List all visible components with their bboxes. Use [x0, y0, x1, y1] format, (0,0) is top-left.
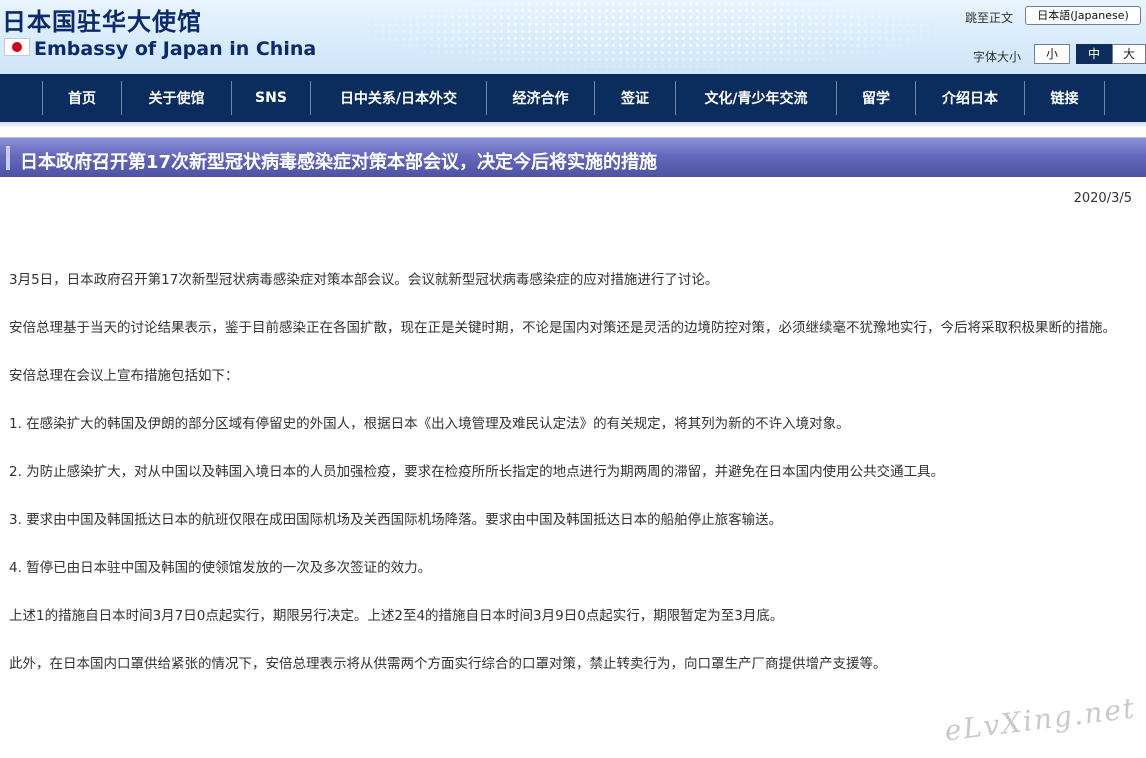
- article-paragraph: 4. 暂停已由日本驻中国及韩国的使领馆发放的一次及多次签证的效力。: [9, 560, 432, 576]
- article-paragraph: 安倍总理基于当天的讨论结果表示，鉴于目前感染正在各国扩散，现在正是关键时期，不论…: [9, 320, 1116, 336]
- nav-divider: [1104, 81, 1105, 115]
- article-title: 日本政府召开第17次新型冠状病毒感染症对策本部会议，决定今后将实施的措施: [20, 152, 658, 173]
- article-date: 2020/3/5: [1073, 191, 1132, 206]
- japan-flag-icon: [4, 38, 30, 56]
- header-dot-pattern: [330, 0, 970, 74]
- flag-sun: [12, 42, 22, 52]
- nav-item-japan[interactable]: 介绍日本: [915, 81, 1024, 115]
- article-paragraph: 上述1的措施自日本时间3月7日0点起实行，期限另行决定。上述2至4的措施自日本时…: [9, 608, 784, 624]
- main-nav: 首页 关于使馆 SNS 日中关系/日本外交 经济合作 签证 文化/青少年交流 留…: [0, 74, 1146, 122]
- language-japanese-button[interactable]: 日本語(Japanese): [1025, 6, 1141, 25]
- nav-item-home[interactable]: 首页: [42, 81, 121, 115]
- nav-shadow: [0, 122, 1146, 128]
- article-title-bar: 日本政府召开第17次新型冠状病毒感染症对策本部会议，决定今后将实施的措施: [0, 137, 1146, 177]
- article-paragraph: 3月5日，日本政府召开第17次新型冠状病毒感染症对策本部会议。会议就新型冠状病毒…: [9, 272, 719, 288]
- site-title-cn[interactable]: 日本国驻华大使馆: [2, 2, 202, 37]
- site-title-en[interactable]: Embassy of Japan in China: [34, 38, 316, 60]
- font-size-large-button[interactable]: 大: [1112, 44, 1146, 64]
- nav-item-culture[interactable]: 文化/青少年交流: [675, 81, 836, 115]
- article-paragraph: 此外，在日本国内口罩供给紧张的情况下，安倍总理表示将从供需两个方面实行综合的口罩…: [9, 656, 887, 672]
- font-size-medium-button[interactable]: 中: [1076, 44, 1112, 64]
- font-size-small-button[interactable]: 小: [1034, 44, 1070, 64]
- title-accent-bar: [6, 146, 10, 170]
- article-paragraph: 3. 要求由中国及韩国抵达日本的航班仅限在成田国际机场及关西国际机场降落。要求由…: [9, 512, 783, 528]
- font-size-label: 字体大小: [973, 50, 1022, 64]
- nav-item-relations[interactable]: 日中关系/日本外交: [310, 81, 486, 115]
- nav-item-links[interactable]: 链接: [1024, 81, 1104, 115]
- article-paragraph: 2. 为防止感染扩大，对从中国以及韩国入境日本的人员加强检疫，要求在检疫所所长指…: [9, 464, 945, 480]
- site-header: 日本国驻华大使馆 Embassy of Japan in China 跳至正文 …: [0, 0, 1146, 74]
- article-paragraph: 安倍总理在会议上宣布措施包括如下：: [9, 368, 239, 384]
- nav-item-about[interactable]: 关于使馆: [121, 81, 231, 115]
- article-paragraph: 1. 在感染扩大的韩国及伊朗的部分区域有停留史的外国人，根据日本《出入境管理及难…: [9, 416, 850, 432]
- nav-item-sns[interactable]: SNS: [231, 81, 310, 115]
- nav-item-visa[interactable]: 签证: [594, 81, 675, 115]
- article-body: 3月5日，日本政府召开第17次新型冠状病毒感染症对策本部会议。会议就新型冠状病毒…: [9, 268, 1134, 700]
- nav-item-economy[interactable]: 经济合作: [486, 81, 594, 115]
- nav-item-study[interactable]: 留学: [836, 81, 915, 115]
- skip-to-content-link[interactable]: 跳至正文: [965, 9, 1013, 26]
